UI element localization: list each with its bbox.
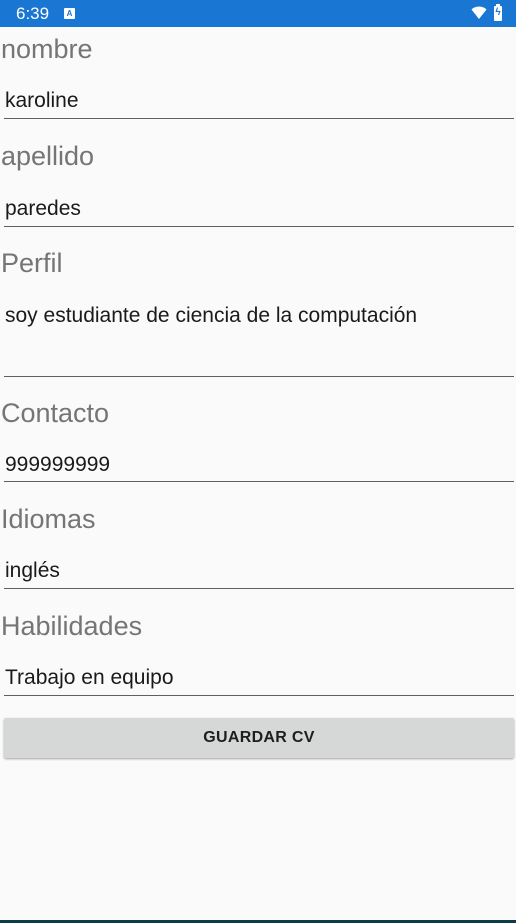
idiomas-value: inglés — [5, 559, 60, 582]
guardar-cv-button[interactable]: GUARDAR CV — [4, 718, 514, 758]
idiomas-label: Idiomas — [1, 504, 96, 534]
wifi-icon — [471, 6, 487, 19]
perfil-input[interactable]: soy estudiante de ciencia de la computac… — [4, 300, 514, 377]
habilidades-label: Habilidades — [1, 611, 143, 641]
status-time: 6:39 — [16, 4, 50, 23]
apellido-input[interactable]: paredes — [4, 192, 514, 227]
perfil-value: soy estudiante de ciencia de la computac… — [5, 304, 418, 327]
nombre-input[interactable]: karoline — [4, 84, 514, 119]
habilidades-input[interactable]: Trabajo en equipo — [4, 662, 514, 696]
notification-icon: A — [64, 8, 75, 19]
nombre-value: karoline — [5, 89, 79, 112]
battery-charging-icon: ϟ — [494, 4, 502, 21]
apellido-value: paredes — [5, 197, 81, 220]
contacto-input[interactable]: 999999999 — [4, 448, 514, 482]
perfil-label: Perfil — [1, 248, 63, 278]
nombre-label: nombre — [1, 34, 93, 64]
habilidades-value: Trabajo en equipo — [5, 666, 174, 689]
apellido-label: apellido — [1, 141, 95, 171]
status-bar: 6:39 A ϟ — [0, 0, 516, 27]
contacto-value: 999999999 — [5, 453, 111, 476]
contacto-label: Contacto — [1, 398, 110, 428]
idiomas-input[interactable]: inglés — [4, 555, 514, 589]
